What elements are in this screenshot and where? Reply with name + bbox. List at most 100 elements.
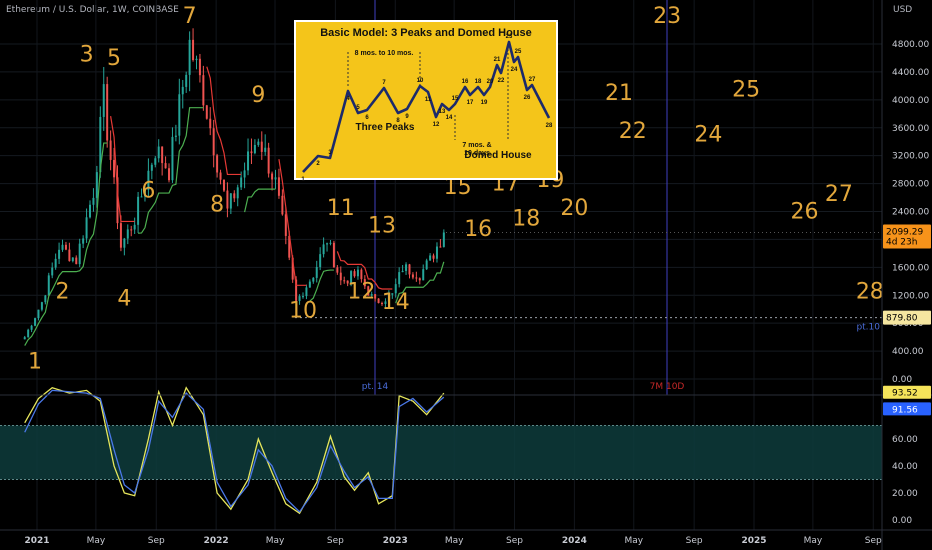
y-tick: 3600.00 [892, 124, 929, 134]
y-tick: 3200.00 [892, 152, 929, 162]
candle-body [95, 172, 98, 198]
wave-label-1: 1 [28, 350, 42, 375]
wave-label-23: 23 [653, 4, 681, 29]
inset-domed-house: Domed House [464, 150, 532, 161]
wave-label-2: 2 [56, 280, 70, 305]
candle-body [425, 260, 428, 270]
candle-body [405, 264, 408, 271]
candle-body [82, 238, 85, 244]
wave-label-5: 5 [107, 46, 121, 71]
x-tick: 2025 [741, 536, 766, 546]
candle-body [130, 229, 133, 231]
basic-model-inset: Basic Model: 3 Peaks and Domed House 8 mo… [294, 20, 558, 183]
x-tick: May [624, 536, 643, 546]
stop-line-red [206, 66, 242, 176]
wave-label-13: 13 [368, 213, 396, 238]
x-tick: Sep [506, 536, 523, 546]
wave-label-26: 26 [791, 199, 819, 224]
candle-body [322, 244, 325, 255]
candle-body [106, 84, 109, 141]
candle-body [71, 257, 74, 262]
candle-body [277, 177, 280, 196]
candle-body [119, 223, 122, 248]
candle-body [47, 275, 50, 296]
y-tick: 2400.00 [892, 208, 929, 218]
candle-body [401, 270, 404, 273]
oscillator-band [0, 425, 882, 480]
candle-body [75, 257, 78, 265]
candle-body [92, 197, 95, 205]
inset-point-label: 15 [452, 96, 459, 102]
candle-body [219, 172, 222, 180]
inset-point-label: 18 [475, 79, 482, 85]
candle-body [168, 168, 171, 181]
wave-label-7: 7 [183, 4, 197, 29]
price-tags: 2099.294d 23h 879.80 pt.10 93.52 91.56 [446, 224, 931, 416]
candle-body [356, 269, 359, 277]
oscillator-y-tick: 20.00 [892, 489, 918, 499]
candle-body [216, 155, 219, 173]
candle-body [315, 267, 318, 278]
candle-body [233, 193, 236, 199]
x-tick: 2024 [562, 536, 587, 546]
candle-body [326, 243, 329, 245]
inset-point-label: 27 [529, 77, 536, 83]
candle-body [222, 179, 225, 191]
candle-body [30, 325, 33, 330]
candle-body [34, 318, 37, 326]
inset-title: Basic Model: 3 Peaks and Domed House [320, 27, 532, 39]
candle-body [109, 140, 112, 160]
stop-line-green [244, 188, 276, 213]
inset-point-label: 16 [462, 79, 469, 85]
candle-body [301, 296, 304, 298]
candle-body [247, 151, 250, 171]
candle-body [336, 267, 339, 273]
candle-body [212, 128, 215, 156]
wave-label-14: 14 [382, 290, 410, 315]
inset-point-label: 20 [487, 79, 494, 85]
inset-point-label: 24 [511, 67, 518, 73]
wave-label-22: 22 [619, 119, 647, 144]
candle-body [85, 217, 88, 239]
vertical-marker-label: 7M 10D [650, 382, 685, 392]
inset-point-label: 12 [433, 122, 440, 128]
candle-body [192, 39, 195, 61]
wave-label-27: 27 [825, 182, 853, 207]
wave-label-28: 28 [856, 280, 884, 305]
candle-body [243, 170, 246, 178]
candle-body [312, 277, 315, 282]
candle-body [102, 84, 105, 117]
candle-body [58, 249, 61, 259]
vertical-marker-label: pt. 14 [362, 382, 389, 392]
candle-body [415, 277, 418, 279]
price-chart[interactable]: pt. 14 7M 10D 123456789101112131415161718… [0, 0, 932, 550]
wave-label-18: 18 [512, 206, 540, 231]
candle-body [171, 136, 174, 181]
d-value: 91.56 [892, 405, 918, 415]
x-tick: May [445, 536, 464, 546]
x-tick: May [266, 536, 285, 546]
inset-point-label: 25 [515, 49, 522, 55]
candle-body [398, 272, 401, 285]
oscillator-y-tick: 0.00 [892, 516, 912, 526]
wave-label-3: 3 [80, 42, 94, 67]
candle-body [181, 86, 184, 95]
candle-body [123, 238, 126, 248]
candle-body [308, 281, 311, 288]
candle-body [202, 75, 205, 106]
wave-label-16: 16 [464, 217, 492, 242]
inset-three-peaks: Three Peaks [356, 122, 415, 133]
x-tick: 2021 [24, 536, 49, 546]
candle-body [418, 278, 421, 281]
candle-body [51, 267, 54, 276]
current-price-value: 2099.29 [886, 227, 923, 237]
wave-label-8: 8 [210, 193, 224, 218]
candle-body [68, 249, 71, 262]
wave-label-10: 10 [289, 299, 317, 324]
candle-body [137, 196, 140, 225]
candle-body [343, 280, 346, 282]
wave-label-20: 20 [560, 196, 588, 221]
wave-label-25: 25 [732, 77, 760, 102]
x-tick: Sep [327, 536, 344, 546]
candle-body [226, 190, 229, 209]
